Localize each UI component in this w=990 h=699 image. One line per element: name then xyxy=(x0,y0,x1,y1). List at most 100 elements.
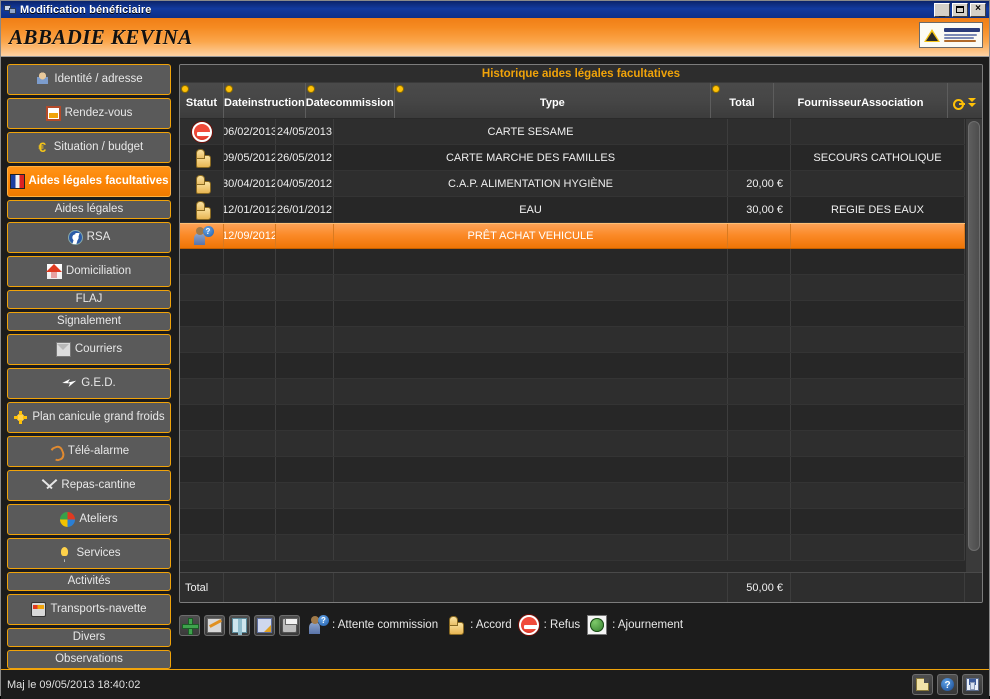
cell-empty xyxy=(791,509,965,534)
column-header-date-commission[interactable]: Date commission xyxy=(306,83,395,118)
cell-date-instruction: 09/05/2012 xyxy=(224,145,276,170)
table-body: 06/02/201324/05/2013CARTE SESAME09/05/20… xyxy=(180,119,965,572)
sidebar-item-repas-cantine[interactable]: Repas-cantine xyxy=(7,470,171,501)
scrollbar-thumb[interactable] xyxy=(968,121,980,551)
sidebar-item-ateliers[interactable]: Ateliers xyxy=(7,504,171,535)
close-button[interactable]: × xyxy=(970,3,986,17)
disk-icon xyxy=(257,618,272,633)
cell-total xyxy=(728,224,791,248)
cell-empty xyxy=(276,249,334,274)
sidebar-item-label: Aides légales xyxy=(55,204,123,216)
cell-empty xyxy=(334,405,728,430)
table-row-empty[interactable] xyxy=(180,379,965,405)
refus-icon xyxy=(191,121,213,143)
cell-fournisseur: SECOURS CATHOLIQUE xyxy=(791,145,965,170)
column-header-date-instruction[interactable]: Date instruction xyxy=(224,83,306,118)
table-row-empty[interactable] xyxy=(180,405,965,431)
column-header-type[interactable]: Type xyxy=(395,83,711,118)
cell-date-commission: 04/05/2012 xyxy=(276,171,334,196)
title-bar: Modification bénéficiaire _ × xyxy=(1,1,989,18)
sidebar-item-rendez-vous[interactable]: Rendez-vous xyxy=(7,98,171,129)
print-button[interactable] xyxy=(279,615,300,636)
sidebar-item-label: Signalement xyxy=(57,316,121,328)
cell-empty xyxy=(276,275,334,300)
table-row-empty[interactable] xyxy=(180,275,965,301)
help-button[interactable] xyxy=(937,674,958,695)
sidebar-item-divers[interactable]: Divers xyxy=(7,628,171,647)
table-row[interactable]: 09/05/201226/05/2012CARTE MARCHE DES FAM… xyxy=(180,145,965,171)
help-icon xyxy=(941,678,954,691)
table-row-empty[interactable] xyxy=(180,509,965,535)
sidebar-item-plan-canicule-grand-froids[interactable]: Plan canicule grand froids xyxy=(7,402,171,433)
action-toolbar: ?: Attente commission: Accord: Refus: Aj… xyxy=(179,612,983,638)
edit-button[interactable] xyxy=(204,615,225,636)
ged-icon xyxy=(62,376,77,391)
cell-fournisseur xyxy=(791,224,965,248)
table-row[interactable]: ?12/09/2012PRÊT ACHAT VEHICULE xyxy=(180,223,965,249)
cell-empty xyxy=(180,379,224,404)
column-header-statut[interactable]: Statut xyxy=(180,83,224,118)
export-button[interactable] xyxy=(254,615,275,636)
cell-statut xyxy=(180,171,224,196)
add-button[interactable] xyxy=(179,615,200,636)
cell-empty xyxy=(276,327,334,352)
sidebar-item-g-e-d[interactable]: G.E.D. xyxy=(7,368,171,399)
cell-empty xyxy=(728,483,791,508)
table-row-empty[interactable] xyxy=(180,249,965,275)
maximize-button[interactable] xyxy=(952,3,968,17)
sidebar-item-aides-l-gales-facultatives[interactable]: Aides légales facultatives xyxy=(7,166,171,197)
sidebar-item-t-l-alarme[interactable]: Télé-alarme xyxy=(7,436,171,467)
table-row-empty[interactable] xyxy=(180,353,965,379)
table-row-empty[interactable] xyxy=(180,327,965,353)
column-header-fournisseur[interactable]: Fournisseur Association xyxy=(774,83,948,118)
table-row-empty[interactable] xyxy=(180,483,965,509)
sidebar-item-aides-l-gales[interactable]: Aides légales xyxy=(7,200,171,219)
cell-empty xyxy=(728,275,791,300)
vertical-scrollbar[interactable] xyxy=(965,119,982,572)
table-row[interactable]: 12/01/201226/01/2012EAU30,00 €REGIE DES … xyxy=(180,197,965,223)
table-row-empty[interactable] xyxy=(180,431,965,457)
cell-empty xyxy=(334,379,728,404)
column-header-line2: instruction xyxy=(248,97,305,109)
save-button[interactable] xyxy=(962,674,983,695)
sidebar-item-label: Situation / budget xyxy=(54,142,144,154)
sidebar-item-identit-adresse[interactable]: Identité / adresse xyxy=(7,64,171,95)
table-row[interactable]: 06/02/201324/05/2013CARTE SESAME xyxy=(180,119,965,145)
footer-empty-commission xyxy=(276,573,334,602)
table-row[interactable]: 30/04/201204/05/2012C.A.P. ALIMENTATION … xyxy=(180,171,965,197)
sidebar-item-rsa[interactable]: RSA xyxy=(7,222,171,253)
cell-empty xyxy=(791,301,965,326)
column-header-total[interactable]: Total xyxy=(711,83,774,118)
cell-empty xyxy=(180,535,224,560)
footer-empty-instruction xyxy=(224,573,276,602)
chevron-double-down-icon[interactable] xyxy=(967,97,978,109)
sidebar-item-signalement[interactable]: Signalement xyxy=(7,312,171,331)
cell-type: CARTE MARCHE DES FAMILLES xyxy=(334,145,728,170)
cell-empty xyxy=(276,379,334,404)
delete-button[interactable] xyxy=(229,615,250,636)
sidebar-item-situation-budget[interactable]: Situation / budget xyxy=(7,132,171,163)
cell-empty xyxy=(276,483,334,508)
sidebar-item-observations[interactable]: Observations xyxy=(7,650,171,669)
sidebar-item-services[interactable]: Services xyxy=(7,538,171,569)
sidebar-item-flaj[interactable]: FLAJ xyxy=(7,290,171,309)
minimize-button[interactable]: _ xyxy=(934,3,950,17)
cell-empty xyxy=(334,327,728,352)
sidebar-item-activit-s[interactable]: Activités xyxy=(7,572,171,591)
table-row-empty[interactable] xyxy=(180,457,965,483)
content-area: Historique aides légales facultatives St… xyxy=(179,64,983,669)
table-row-empty[interactable] xyxy=(180,535,965,561)
sidebar-item-label: Télé-alarme xyxy=(68,446,129,458)
notes-button[interactable] xyxy=(912,674,933,695)
cell-empty xyxy=(728,379,791,404)
table-row-empty[interactable] xyxy=(180,301,965,327)
sidebar-item-label: Transports-navette xyxy=(50,604,146,616)
cell-date-instruction: 06/02/2013 xyxy=(224,119,276,144)
cell-empty xyxy=(334,301,728,326)
cell-empty xyxy=(728,249,791,274)
sidebar-item-transports-navette[interactable]: Transports-navette xyxy=(7,594,171,625)
sidebar-item-courriers[interactable]: Courriers xyxy=(7,334,171,365)
sidebar-item-label: Activités xyxy=(68,576,111,588)
key-icon[interactable] xyxy=(953,97,965,109)
sidebar-item-domiciliation[interactable]: Domiciliation xyxy=(7,256,171,287)
